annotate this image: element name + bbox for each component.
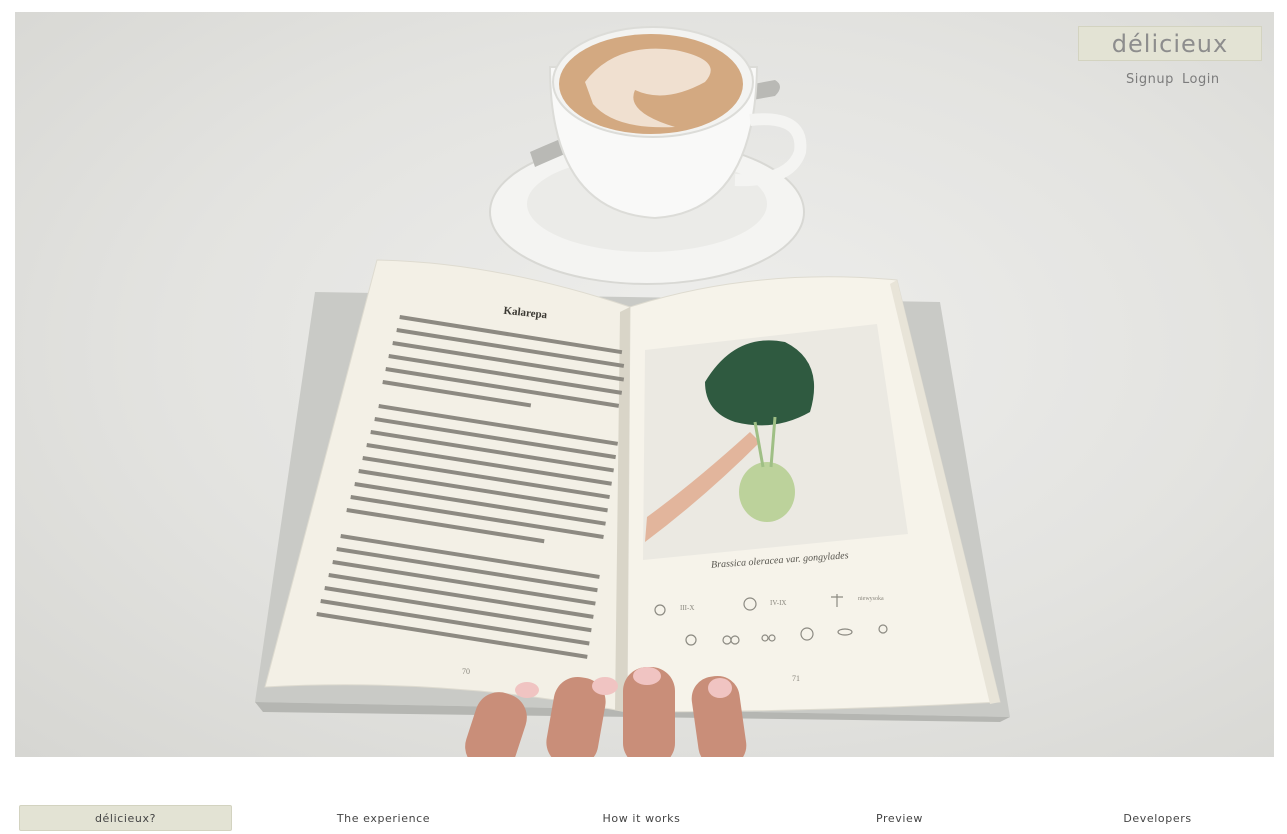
icon-label-season-1: III-X [680, 604, 694, 612]
icon-label-height: niewysoka [858, 596, 884, 602]
nav-item-preview[interactable]: Preview [793, 805, 1006, 831]
nav-item-experience[interactable]: The experience [277, 805, 490, 831]
signup-link[interactable]: Signup [1126, 72, 1174, 87]
brand-name: délicieux [1111, 29, 1229, 58]
nav-item-label: How it works [602, 811, 681, 825]
icon-label-season-2: IV-IX [770, 599, 786, 607]
nav-item-developers[interactable]: Developers [1051, 805, 1264, 831]
login-link[interactable]: Login [1182, 72, 1220, 87]
nav-item-label: Preview [875, 811, 924, 825]
nav-item-label: Developers [1123, 811, 1192, 825]
nav-item-label: The experience [336, 811, 431, 825]
left-page-number: 70 [462, 667, 470, 676]
kohlrabi [739, 462, 795, 522]
hero-illustration: Kalarepa 70 71 Brassica oleracea var. go… [255, 26, 1010, 757]
right-page-number: 71 [792, 674, 800, 683]
hero-image: Kalarepa 70 71 Brassica oleracea var. go… [15, 12, 1274, 757]
nav-item-label: délicieux? [94, 811, 157, 825]
brand-logo[interactable]: délicieux [1078, 26, 1262, 61]
nav-item-how-it-works[interactable]: How it works [535, 805, 748, 831]
nav-item-delicieux[interactable]: délicieux? [19, 805, 232, 831]
bottom-nav: délicieux? The experience How it works P… [0, 805, 1287, 834]
